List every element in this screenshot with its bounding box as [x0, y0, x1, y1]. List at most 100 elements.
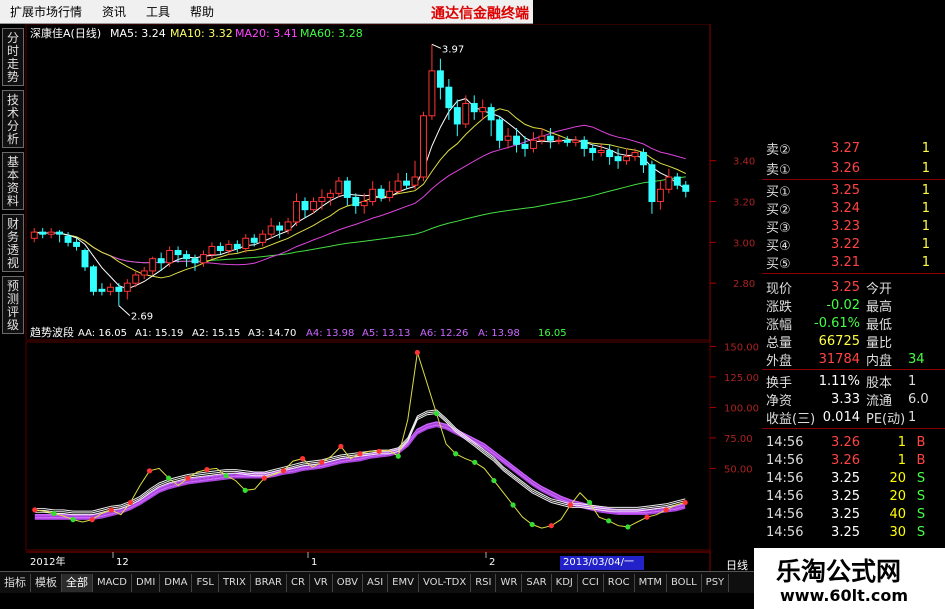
- candle-body: [360, 201, 368, 207]
- indicator-tab-mtm[interactable]: MTM: [635, 573, 667, 592]
- stat-row-outer: 外盘 31784 内盘 34: [762, 349, 938, 369]
- indicator-tab-vr[interactable]: VR: [310, 573, 333, 592]
- indicator-tab-dmi[interactable]: DMI: [132, 573, 161, 592]
- indicator-signal-dot: [510, 502, 516, 508]
- buy-2-label: 买②: [766, 202, 791, 218]
- indicator-signal-dot: [586, 499, 593, 506]
- tick-price: 3.25: [831, 506, 860, 522]
- candle-body: [98, 288, 106, 292]
- indicator-aa-label: AA: 16.05: [78, 328, 127, 339]
- candle-body: [462, 103, 470, 125]
- tick-side: S: [916, 524, 926, 540]
- indicator-signal-dot: [376, 448, 382, 454]
- indicator-tab-trix[interactable]: TRIX: [219, 573, 251, 592]
- price-tick-label: 3.00: [733, 238, 755, 249]
- candle-body: [276, 225, 284, 231]
- candle: [30, 228, 38, 243]
- indicator-tick-label: 125.00: [724, 373, 759, 384]
- indicator-tab-kdj[interactable]: KDJ: [552, 573, 578, 592]
- stat-value-change: -0.02: [826, 297, 860, 313]
- indicator-value-label: 16.05: [538, 328, 567, 339]
- time-axis-mark-1: 12: [116, 557, 129, 568]
- ma20-label: MA20: 3.41: [235, 27, 298, 40]
- tick-row: 14:56 3.26 1 B: [762, 450, 936, 470]
- candle-body: [487, 107, 495, 121]
- indicator-tab-roc[interactable]: ROC: [604, 573, 635, 592]
- indicator-tab-psy[interactable]: PSY: [702, 573, 730, 592]
- period-label[interactable]: 日线: [726, 558, 748, 571]
- menu-news[interactable]: 资讯: [92, 3, 136, 20]
- indicator-tab-模板[interactable]: 模板: [31, 573, 62, 592]
- indicator-tick-label: 50.00: [724, 464, 753, 475]
- indicator-tab-bar: 指标 模板 全部 MACD DMI DMA FSL TRIX BRAR CR VR OBV ASI EMV…: [0, 571, 762, 593]
- candle-body: [538, 135, 546, 141]
- tick-row: 14:56 3.26 1 B: [762, 432, 936, 452]
- buy-5-label: 买⑤: [766, 256, 791, 272]
- tick-row: 14:56 3.25 20 S: [762, 468, 936, 488]
- stat-label-pct: 涨幅: [766, 317, 793, 333]
- indicator-tab-macd[interactable]: MACD: [93, 573, 132, 592]
- sell-level-2[interactable]: 卖② 3.27 1: [762, 138, 930, 158]
- candle: [411, 160, 419, 190]
- candle-body: [530, 139, 537, 149]
- stat-row-volume: 总量 66725 量比: [762, 331, 908, 351]
- buy-5-price: 3.21: [831, 254, 860, 270]
- indicator-tab-rsi[interactable]: RSI: [471, 573, 497, 592]
- stat-label-price: 现价: [766, 281, 793, 297]
- indicator-signal-dot: [472, 459, 478, 465]
- indicator-tab-sar[interactable]: SAR: [522, 573, 552, 592]
- buy-level-5[interactable]: 买⑤ 3.21 1: [762, 252, 930, 272]
- indicator-tab-asi[interactable]: ASI: [363, 573, 389, 592]
- candle-body: [166, 250, 174, 264]
- indicator-tab-boll[interactable]: BOLL: [667, 573, 702, 592]
- buy-level-2[interactable]: 买② 3.24 1: [762, 198, 930, 218]
- tick-price: 3.26: [831, 452, 860, 468]
- tick-row: 14:56 3.25 40 S: [762, 504, 936, 524]
- indicator-tab-指标[interactable]: 指标: [0, 573, 31, 592]
- candle-body: [73, 241, 80, 247]
- buy-level-3[interactable]: 买③ 3.23 1: [762, 216, 930, 236]
- price-tick-label: 2.80: [733, 279, 755, 290]
- indicator-tab-cci[interactable]: CCI: [578, 573, 604, 592]
- indicator-tab-obv[interactable]: OBV: [333, 573, 363, 592]
- stat-row-change: 涨跌 -0.02 最高: [762, 295, 908, 315]
- indicator-tab-wr[interactable]: WR: [496, 573, 523, 592]
- candle-body: [572, 139, 580, 143]
- candle-body: [648, 164, 656, 203]
- indicator-tab-emv[interactable]: EMV: [388, 573, 419, 592]
- candle-body: [369, 188, 377, 203]
- stat-value-outer: 31784: [818, 351, 860, 367]
- menu-tools[interactable]: 工具: [136, 3, 180, 20]
- indicator-signal-dot: [70, 517, 76, 523]
- sell-1-price: 3.26: [831, 160, 860, 176]
- candle-body: [656, 188, 664, 203]
- tick-volume: 20: [889, 470, 906, 486]
- candle-body: [56, 231, 64, 235]
- candle-body: [580, 139, 588, 149]
- candle: [386, 181, 394, 202]
- candle: [470, 95, 478, 120]
- tick-volume: 1: [897, 452, 906, 468]
- candle-body: [682, 184, 690, 192]
- indicator-tab-dma[interactable]: DMA: [160, 573, 193, 592]
- sell-level-1[interactable]: 卖① 3.26 1: [762, 158, 930, 178]
- indicator-tab-vol-tdx[interactable]: VOL-TDX: [419, 573, 472, 592]
- time-axis-mark-3: 2: [489, 557, 495, 568]
- indicator-tab-全部[interactable]: 全部: [62, 573, 93, 592]
- menu-extended-market[interactable]: 扩展市场行情: [0, 3, 92, 20]
- tick-volume: 40: [889, 506, 906, 522]
- candle: [403, 172, 411, 190]
- stat-value-eps: 0.014: [822, 409, 860, 425]
- candle-body: [335, 180, 343, 194]
- time-axis-mark-2: 1: [311, 557, 317, 568]
- indicator-tab-fsl[interactable]: FSL: [192, 573, 219, 592]
- menu-help[interactable]: 帮助: [180, 3, 224, 20]
- chart-area[interactable]: 深康佳A(日线) MA5: 3.24 MA10: 3.32 MA20: 3.41…: [0, 24, 762, 571]
- indicator-signal-dot: [32, 507, 38, 513]
- buy-level-4[interactable]: 买④ 3.22 1: [762, 234, 930, 254]
- indicator-a-label: A: 13.98: [478, 328, 520, 339]
- buy-level-1[interactable]: 买① 3.25 1: [762, 180, 930, 200]
- indicator-tab-brar[interactable]: BRAR: [251, 573, 287, 592]
- indicator-tab-cr[interactable]: CR: [287, 573, 310, 592]
- indicator-signal-dot: [548, 523, 554, 529]
